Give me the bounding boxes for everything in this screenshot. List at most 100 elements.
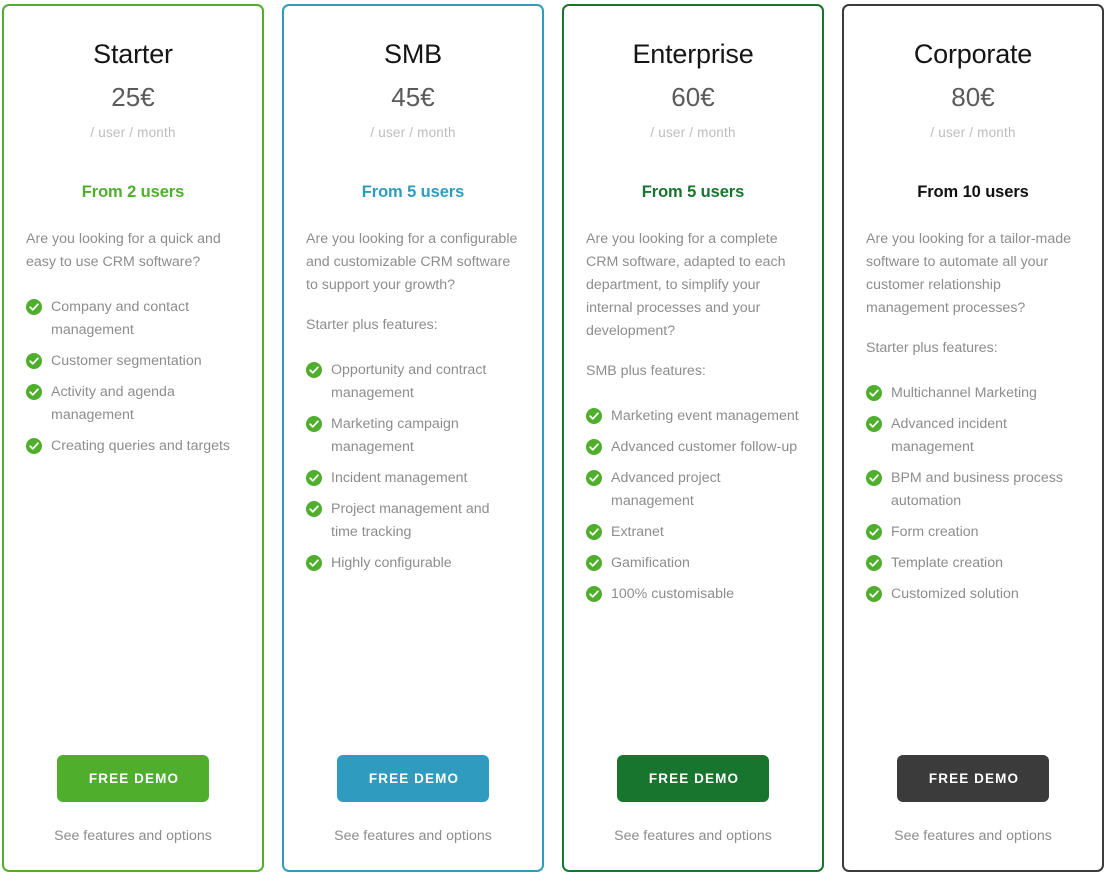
feature-list-item: Form creation bbox=[866, 521, 1080, 544]
plan-description: Are you looking for a complete CRM softw… bbox=[586, 231, 786, 340]
see-features-link[interactable]: See features and options bbox=[26, 828, 240, 844]
feature-list-item: Advanced incident management bbox=[866, 413, 1080, 459]
feature-label: Highly configurable bbox=[331, 555, 452, 572]
feature-label: Marketing campaign management bbox=[331, 416, 459, 456]
feature-list-item: Marketing campaign management bbox=[306, 413, 520, 459]
feature-list-item: Customer segmentation bbox=[26, 350, 240, 373]
check-circle-icon bbox=[586, 439, 602, 456]
feature-label: Opportunity and contract management bbox=[331, 362, 487, 402]
cta-container: FREE DEMO bbox=[586, 755, 800, 802]
cta-container: FREE DEMO bbox=[306, 755, 520, 802]
plan-billing-period: / user / month bbox=[930, 125, 1016, 141]
see-features-link[interactable]: See features and options bbox=[866, 828, 1080, 844]
check-circle-icon bbox=[306, 555, 322, 572]
plan-feature-list: Company and contact management Customer … bbox=[26, 296, 240, 466]
plan-description: Are you looking for a configurable and c… bbox=[306, 231, 518, 294]
feature-list-item: Highly configurable bbox=[306, 552, 520, 575]
feature-label: Customized solution bbox=[891, 586, 1019, 603]
check-circle-icon bbox=[866, 416, 882, 433]
feature-label: Form creation bbox=[891, 524, 979, 541]
plan-feature-list: Multichannel Marketing Advanced incident… bbox=[866, 382, 1080, 614]
plan-name: Starter bbox=[93, 39, 173, 69]
plan-plus-features-label: SMB plus features: bbox=[586, 363, 706, 380]
check-circle-icon bbox=[866, 470, 882, 487]
plan-name: SMB bbox=[384, 39, 442, 69]
check-circle-icon bbox=[26, 299, 42, 316]
feature-list-item: Customized solution bbox=[866, 583, 1080, 606]
feature-label: Multichannel Marketing bbox=[891, 385, 1037, 402]
feature-label: BPM and business process automation bbox=[891, 470, 1063, 510]
check-circle-icon bbox=[306, 470, 322, 487]
card-spacer bbox=[26, 466, 240, 755]
check-circle-icon bbox=[306, 501, 322, 518]
pricing-plans-grid: Starter 25€ / user / month From 2 users … bbox=[0, 0, 1108, 882]
feature-label: Gamification bbox=[611, 555, 690, 572]
plan-description: Are you looking for a quick and easy to … bbox=[26, 231, 221, 271]
check-circle-icon bbox=[306, 362, 322, 379]
feature-list-item: Advanced project management bbox=[586, 467, 800, 513]
feature-label: Advanced project management bbox=[611, 470, 721, 510]
feature-list-item: Activity and agenda management bbox=[26, 381, 240, 427]
pricing-card-corporate[interactable]: Corporate 80€ / user / month From 10 use… bbox=[842, 4, 1104, 872]
cta-container: FREE DEMO bbox=[866, 755, 1080, 802]
feature-list-item: Incident management bbox=[306, 467, 520, 490]
check-circle-icon bbox=[586, 555, 602, 572]
see-features-link[interactable]: See features and options bbox=[586, 828, 800, 844]
free-demo-button[interactable]: FREE DEMO bbox=[616, 755, 770, 802]
feature-label: 100% customisable bbox=[611, 586, 735, 603]
feature-list-item: Creating queries and targets bbox=[26, 435, 240, 458]
card-spacer bbox=[866, 614, 1080, 755]
see-features-link[interactable]: See features and options bbox=[306, 828, 520, 844]
card-spacer bbox=[306, 583, 520, 755]
plan-price: 80€ bbox=[951, 81, 995, 112]
feature-list-item: BPM and business process automation bbox=[866, 467, 1080, 513]
check-circle-icon bbox=[866, 385, 882, 402]
plan-feature-list: Marketing event management Advanced cust… bbox=[586, 405, 800, 614]
check-circle-icon bbox=[26, 353, 42, 370]
plan-billing-period: / user / month bbox=[650, 125, 736, 141]
feature-list-item: Company and contact management bbox=[26, 296, 240, 342]
pricing-card-starter[interactable]: Starter 25€ / user / month From 2 users … bbox=[2, 4, 264, 872]
plan-name: Enterprise bbox=[632, 39, 754, 69]
feature-label: Customer segmentation bbox=[51, 353, 202, 370]
feature-label: Template creation bbox=[891, 555, 1003, 572]
feature-label: Project management and time tracking bbox=[331, 501, 490, 541]
free-demo-button[interactable]: FREE DEMO bbox=[336, 755, 490, 802]
check-circle-icon bbox=[586, 586, 602, 603]
plan-price: 60€ bbox=[671, 81, 715, 112]
pricing-card-smb[interactable]: SMB 45€ / user / month From 5 users Are … bbox=[282, 4, 544, 872]
check-circle-icon bbox=[586, 524, 602, 541]
plan-plus-features-label: Starter plus features: bbox=[306, 317, 438, 334]
plan-plus-features-label: Starter plus features: bbox=[866, 340, 998, 357]
plan-name: Corporate bbox=[913, 39, 1033, 69]
feature-label: Advanced incident management bbox=[891, 416, 1007, 456]
check-circle-icon bbox=[306, 416, 322, 433]
check-circle-icon bbox=[586, 408, 602, 425]
plan-minimum-users: From 2 users bbox=[81, 183, 185, 202]
pricing-card-enterprise[interactable]: Enterprise 60€ / user / month From 5 use… bbox=[562, 4, 824, 872]
plan-price: 25€ bbox=[111, 81, 155, 112]
feature-list-item: Multichannel Marketing bbox=[866, 382, 1080, 405]
feature-label: Company and contact management bbox=[51, 299, 190, 339]
check-circle-icon bbox=[26, 438, 42, 455]
feature-list-item: Marketing event management bbox=[586, 405, 800, 428]
feature-list-item: Extranet bbox=[586, 521, 800, 544]
free-demo-button[interactable]: FREE DEMO bbox=[56, 755, 210, 802]
plan-description: Are you looking for a tailor-made softwa… bbox=[866, 231, 1072, 317]
check-circle-icon bbox=[26, 384, 42, 401]
cta-container: FREE DEMO bbox=[26, 755, 240, 802]
feature-list-item: Template creation bbox=[866, 552, 1080, 575]
check-circle-icon bbox=[866, 555, 882, 572]
plan-billing-period: / user / month bbox=[90, 125, 176, 141]
feature-list-item: Advanced customer follow-up bbox=[586, 436, 800, 459]
plan-billing-period: / user / month bbox=[370, 125, 456, 141]
feature-label: Advanced customer follow-up bbox=[611, 439, 798, 456]
plan-minimum-users: From 5 users bbox=[641, 183, 745, 202]
feature-list-item: 100% customisable bbox=[586, 583, 800, 606]
feature-label: Activity and agenda management bbox=[51, 384, 175, 424]
feature-list-item: Gamification bbox=[586, 552, 800, 575]
plan-minimum-users: From 5 users bbox=[361, 183, 465, 202]
free-demo-button[interactable]: FREE DEMO bbox=[896, 755, 1050, 802]
check-circle-icon bbox=[586, 470, 602, 487]
feature-label: Creating queries and targets bbox=[51, 438, 231, 455]
